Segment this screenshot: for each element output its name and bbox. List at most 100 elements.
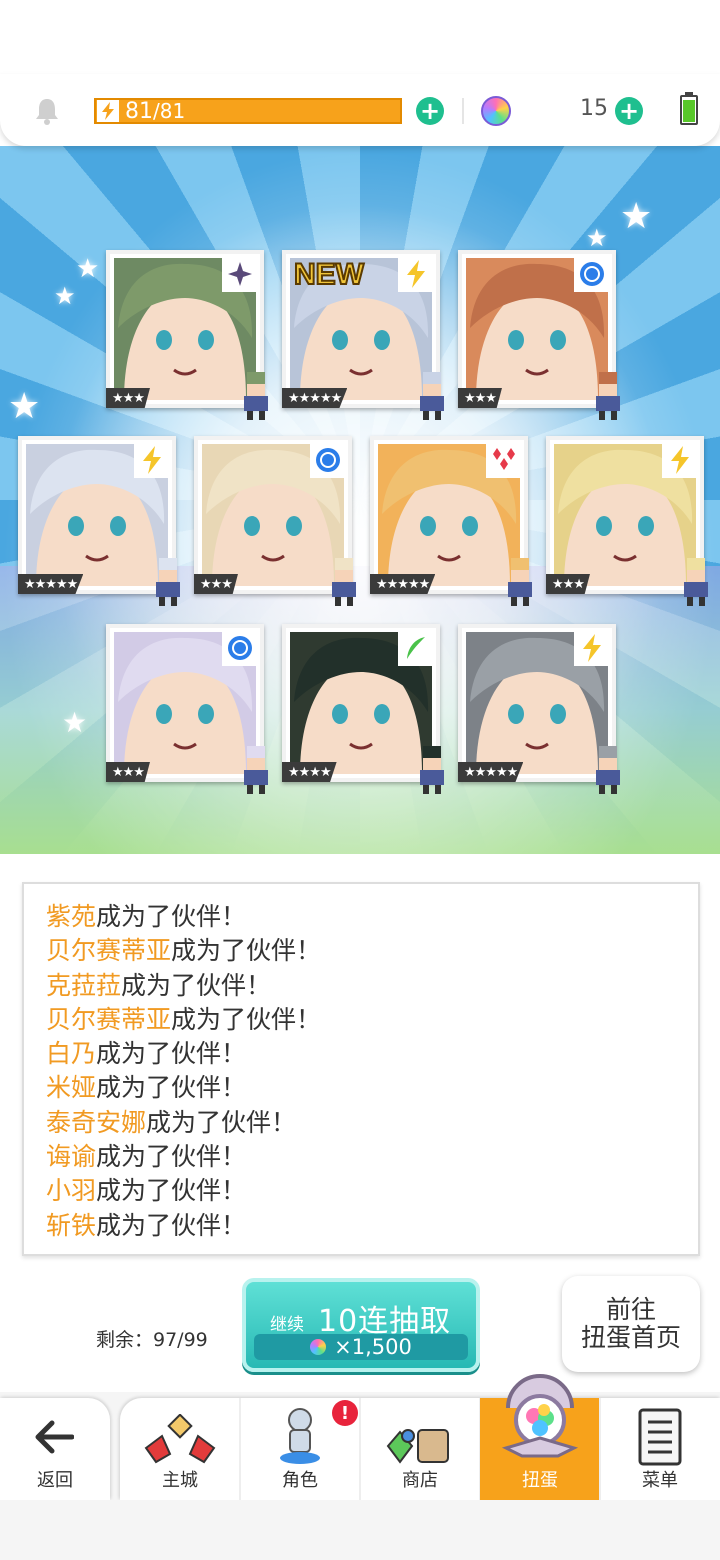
result-message: 斩铁成为了伙伴！ <box>46 1209 698 1243</box>
result-message: 克菈菈成为了伙伴！ <box>46 969 698 1003</box>
stamina-bolt-icon <box>97 100 119 122</box>
gem-count: 15 <box>580 96 608 121</box>
character-card[interactable]: ★★★ <box>546 436 708 606</box>
gem-icon <box>310 1339 327 1355</box>
nav-label: 扭蛋 <box>522 1470 558 1491</box>
element-wind-icon <box>398 630 434 666</box>
draw-10-button[interactable]: 继续 10连抽取 ×1,500 <box>242 1278 480 1372</box>
character-card[interactable]: ★★★★★ <box>458 624 620 794</box>
result-message: 白乃成为了伙伴！ <box>46 1037 698 1071</box>
bell-icon[interactable] <box>32 96 62 126</box>
rarity-stars: ★★★ <box>194 574 238 594</box>
rarity-stars: ★★★★★ <box>282 388 348 408</box>
rarity-stars: ★★★★★ <box>18 574 84 594</box>
add-gem-button[interactable]: + <box>615 97 643 125</box>
nav-item-shop[interactable]: 商店 <box>360 1398 480 1500</box>
divider <box>462 98 464 124</box>
gacha-machine-icon <box>501 1374 579 1458</box>
sparkle-star-icon: ★ <box>586 224 608 252</box>
home-indicator-area <box>0 1500 720 1560</box>
notification-badge: ! <box>332 1400 358 1426</box>
pixel-sprite-icon <box>420 372 444 420</box>
menu-icon <box>638 1408 682 1466</box>
home-label-line2: 扭蛋首页 <box>580 1323 681 1352</box>
resource-bar: 81/81 + 15 + <box>0 74 720 146</box>
element-dark-icon <box>222 256 258 292</box>
pixel-sprite-icon <box>156 558 180 606</box>
character-card[interactable]: ★★★★★ NEW <box>282 250 444 420</box>
rarity-stars: ★★★★★ <box>370 574 436 594</box>
back-button[interactable]: 返回 <box>0 1398 110 1500</box>
character-name: 贝尔赛蒂亚 <box>46 1004 172 1034</box>
sparkle-star-icon: ★ <box>8 386 41 427</box>
element-thunder-icon <box>398 256 434 292</box>
remaining-count: 剩余：97/99 <box>96 1329 208 1351</box>
element-thunder-icon <box>574 630 610 666</box>
character-name: 泰奇安娜 <box>46 1107 147 1137</box>
element-thunder-icon <box>662 442 698 478</box>
pixel-sprite-icon <box>244 746 268 794</box>
battery-icon <box>680 92 698 125</box>
nav-label: 角色 <box>282 1470 318 1491</box>
character-name: 米娅 <box>46 1073 97 1103</box>
element-fire-icon <box>486 442 522 478</box>
character-name: 紫苑 <box>46 902 97 931</box>
character-icon <box>280 1408 320 1464</box>
pixel-sprite-icon <box>508 558 532 606</box>
character-name: 诲谕 <box>46 1142 97 1172</box>
gem-icon <box>481 96 511 126</box>
message-suffix: 成为了伙伴！ <box>121 970 272 1000</box>
sparkle-star-icon: ★ <box>76 254 100 284</box>
message-suffix: 成为了伙伴！ <box>171 1004 322 1034</box>
rarity-stars: ★★★★ <box>282 762 337 782</box>
result-message: 紫苑成为了伙伴！ <box>46 900 698 934</box>
result-message: 贝尔赛蒂亚成为了伙伴！ <box>46 1003 698 1037</box>
arrow-left-icon <box>35 1420 74 1454</box>
go-gacha-home-button[interactable]: 前往 扭蛋首页 <box>562 1276 700 1372</box>
nav-label: 主城 <box>162 1470 198 1491</box>
rarity-stars: ★★★ <box>106 388 150 408</box>
character-card[interactable]: ★★★★ <box>282 624 444 794</box>
rarity-stars: ★★★ <box>106 762 150 782</box>
back-label: 返回 <box>37 1470 73 1491</box>
rarity-stars: ★★★ <box>458 388 502 408</box>
message-suffix: 成为了伙伴！ <box>96 1176 247 1206</box>
result-message: 米娅成为了伙伴！ <box>46 1071 698 1105</box>
top-margin <box>0 0 720 80</box>
message-suffix: 成为了伙伴！ <box>96 902 247 931</box>
plus-icon: + <box>419 97 441 125</box>
character-name: 白乃 <box>46 1039 97 1069</box>
result-message-box: 紫苑成为了伙伴！ 贝尔赛蒂亚成为了伙伴！ 克菈菈成为了伙伴！ 贝尔赛蒂亚成为了伙伴！白… <box>22 882 700 1256</box>
result-message: 贝尔赛蒂亚成为了伙伴！ <box>46 934 698 968</box>
nav-item-menu[interactable]: 菜单 <box>600 1398 720 1500</box>
sparkle-star-icon: ★ <box>620 196 653 237</box>
character-card[interactable]: ★★★★★ <box>18 436 180 606</box>
element-water-icon <box>222 630 258 666</box>
character-card[interactable]: ★★★★★ <box>370 436 532 606</box>
message-suffix: 成为了伙伴！ <box>96 1073 247 1103</box>
nav-item-town[interactable]: 主城 <box>120 1398 240 1500</box>
result-message: 泰奇安娜成为了伙伴！ <box>46 1106 698 1140</box>
nav-item-characters[interactable]: ! 角色 <box>240 1398 360 1500</box>
character-card[interactable]: ★★★ <box>458 250 620 420</box>
stamina-text: 81/81 <box>125 98 186 124</box>
nav-item-gacha[interactable]: 扭蛋 <box>480 1374 600 1500</box>
pixel-sprite-icon <box>596 746 620 794</box>
character-card[interactable]: ★★★ <box>106 250 268 420</box>
pixel-sprite-icon <box>420 746 444 794</box>
pixel-sprite-icon <box>332 558 356 606</box>
home-label-line1: 前往 <box>605 1295 656 1324</box>
character-card[interactable]: ★★★ <box>106 624 268 794</box>
continue-label: 继续 <box>270 1315 304 1335</box>
shop-icon <box>386 1429 449 1464</box>
result-message: 诲谕成为了伙伴！ <box>46 1140 698 1174</box>
element-thunder-icon <box>134 442 170 478</box>
character-name: 斩铁 <box>46 1210 97 1240</box>
town-icon <box>144 1414 216 1464</box>
character-name: 小羽 <box>46 1176 97 1206</box>
add-stamina-button[interactable]: + <box>416 97 444 125</box>
bottom-nav: 主城 ! 角色 商店 扭蛋 菜单 <box>120 1374 720 1500</box>
nav-label: 菜单 <box>642 1470 678 1491</box>
character-card[interactable]: ★★★ <box>194 436 356 606</box>
result-message-list: 紫苑成为了伙伴！ 贝尔赛蒂亚成为了伙伴！ 克菈菈成为了伙伴！ 贝尔赛蒂亚成为了伙伴！白… <box>46 900 698 1243</box>
